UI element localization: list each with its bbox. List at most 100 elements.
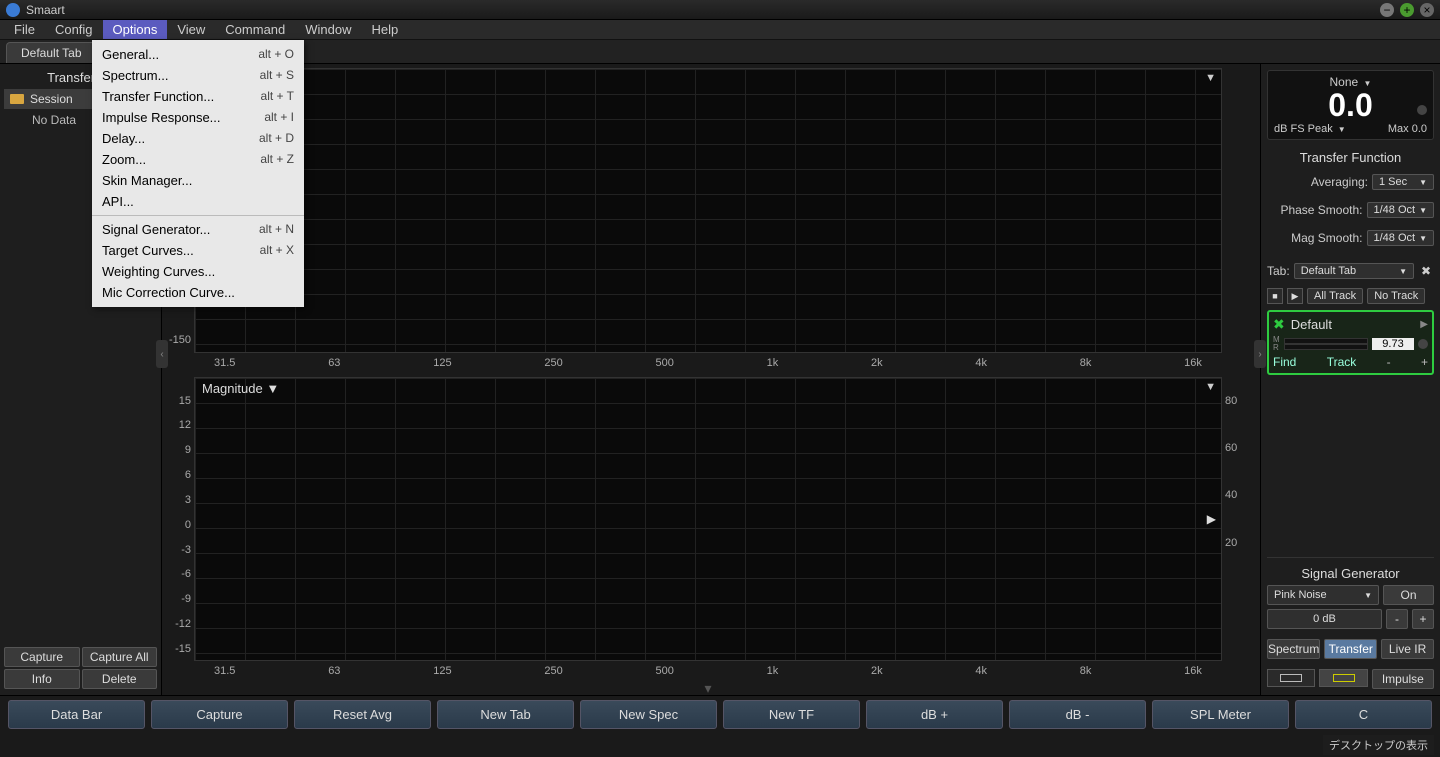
menu-window[interactable]: Window [295, 20, 361, 39]
mode-live-ir[interactable]: Live IR [1381, 639, 1434, 659]
phase-plot[interactable]: ▼ [194, 68, 1222, 353]
track-name: Default [1291, 317, 1415, 332]
bb-new-tf[interactable]: New TF [723, 700, 860, 729]
options-menu-item[interactable]: Target Curves...alt + X [92, 240, 304, 261]
layout-single-icon[interactable] [1267, 669, 1315, 687]
bb-extra[interactable]: C [1295, 700, 1432, 729]
plot-resize-notch[interactable]: ▾ [162, 685, 1254, 695]
phase-smooth-select[interactable]: 1/48 Oct▼ [1367, 202, 1435, 218]
magnitude-plot-yaxis: 1512 96 30 -3-6 -9-12 -15 [162, 377, 194, 662]
plot-area: ‹ › -90 -120 -150 ▼ 31.563 125250 5001k … [162, 64, 1260, 695]
options-menu-item[interactable]: General...alt + O [92, 44, 304, 65]
titlebar: Smaart − + × [0, 0, 1440, 20]
tf-section-title: Transfer Function [1267, 150, 1434, 165]
capture-button[interactable]: Capture [4, 647, 80, 667]
capture-all-button[interactable]: Capture All [82, 647, 158, 667]
mode-transfer[interactable]: Transfer [1324, 639, 1377, 659]
magnitude-plot-yaxis-right: 80 60 40 20 [1222, 377, 1254, 662]
impulse-button[interactable]: Impulse [1372, 669, 1434, 689]
delay-value-input[interactable] [1372, 338, 1414, 350]
left-splitter-handle[interactable]: ‹ [156, 340, 168, 368]
tab-settings-icon[interactable]: ✖ [1418, 263, 1434, 279]
options-menu-item[interactable]: Delay...alt + D [92, 128, 304, 149]
phase-plot-xaxis: 31.563 125250 5001k 2k4k 8k16k [162, 355, 1254, 375]
delay-plus-button[interactable]: + [1421, 355, 1428, 369]
options-menu-item[interactable]: Transfer Function...alt + T [92, 86, 304, 107]
workspace-tab[interactable]: Default Tab [6, 42, 97, 63]
options-menu-item[interactable]: Impulse Response...alt + I [92, 107, 304, 128]
magnitude-plot-collapse-icon[interactable]: ▼ [1205, 381, 1216, 393]
ref-level-label: R [1273, 344, 1280, 352]
tab-select-label: Tab: [1267, 264, 1290, 278]
track-close-icon[interactable]: ✖ [1273, 316, 1285, 333]
ref-level-bar [1284, 344, 1368, 350]
bb-reset-avg[interactable]: Reset Avg [294, 700, 431, 729]
averaging-label: Averaging: [1267, 175, 1368, 189]
bb-spl-meter[interactable]: SPL Meter [1152, 700, 1289, 729]
options-dropdown: General...alt + OSpectrum...alt + STrans… [92, 40, 304, 307]
menu-view[interactable]: View [167, 20, 215, 39]
bb-new-spec[interactable]: New Spec [580, 700, 717, 729]
level-meter[interactable]: None ▼ 0.0 dB FS Peak ▼ Max 0.0 [1267, 70, 1434, 140]
bottom-toolbar: Data Bar Capture Reset Avg New Tab New S… [0, 695, 1440, 733]
siggen-level[interactable]: 0 dB [1267, 609, 1382, 629]
app-logo-icon [6, 3, 20, 17]
meter-clip-indicator-icon [1417, 105, 1427, 115]
track-play-icon[interactable]: ▶ [1420, 319, 1428, 330]
siggen-noise-select[interactable]: Pink Noise▼ [1267, 585, 1379, 605]
track-delay-button[interactable]: Track [1327, 355, 1357, 369]
stop-all-button[interactable]: ■ [1267, 288, 1283, 304]
find-button[interactable]: Find [1273, 355, 1296, 369]
play-all-button[interactable]: ▶ [1287, 288, 1303, 304]
layout-split-icon[interactable] [1319, 669, 1367, 687]
options-menu-item[interactable]: Spectrum...alt + S [92, 65, 304, 86]
options-menu-item[interactable]: Skin Manager... [92, 170, 304, 191]
options-menu-item[interactable]: API... [92, 191, 304, 212]
options-menu-item[interactable]: Zoom...alt + Z [92, 149, 304, 170]
menu-help[interactable]: Help [362, 20, 409, 39]
delay-minus-button[interactable]: - [1387, 355, 1391, 369]
phase-plot-collapse-icon[interactable]: ▼ [1205, 72, 1216, 84]
window-maximize-icon[interactable]: + [1400, 3, 1414, 17]
magnitude-plot[interactable]: Magnitude ▼ ▼ ▶ [194, 377, 1222, 662]
siggen-title: Signal Generator [1267, 566, 1434, 581]
magnitude-plot-header[interactable]: Magnitude ▼ [202, 381, 279, 396]
meter-value: 0.0 [1274, 89, 1427, 121]
mode-spectrum[interactable]: Spectrum [1267, 639, 1320, 659]
meter-unit[interactable]: dB FS Peak [1274, 123, 1333, 135]
options-menu-item[interactable]: Mic Correction Curve... [92, 282, 304, 303]
right-panel: None ▼ 0.0 dB FS Peak ▼ Max 0.0 Transfer… [1260, 64, 1440, 695]
all-track-button[interactable]: All Track [1307, 288, 1363, 304]
delete-button[interactable]: Delete [82, 669, 158, 689]
menubar: File Config Options View Command Window … [0, 20, 1440, 40]
phase-plot-yaxis-right [1222, 68, 1254, 353]
info-button[interactable]: Info [4, 669, 80, 689]
bb-new-tab[interactable]: New Tab [437, 700, 574, 729]
phase-smooth-label: Phase Smooth: [1267, 203, 1363, 217]
tab-select[interactable]: Default Tab▼ [1294, 263, 1414, 279]
window-minimize-icon[interactable]: − [1380, 3, 1394, 17]
options-menu-item[interactable]: Signal Generator...alt + N [92, 219, 304, 240]
menu-file[interactable]: File [4, 20, 45, 39]
bb-data-bar[interactable]: Data Bar [8, 700, 145, 729]
right-splitter-handle[interactable]: › [1254, 340, 1266, 368]
menu-options[interactable]: Options [103, 20, 168, 39]
session-label: Session [30, 92, 73, 106]
window-close-icon[interactable]: × [1420, 3, 1434, 17]
track-card[interactable]: ✖ Default ▶ M R Find Track - [1267, 310, 1434, 375]
menu-config[interactable]: Config [45, 20, 103, 39]
magnitude-play-icon[interactable]: ▶ [1207, 512, 1216, 526]
siggen-level-minus[interactable]: - [1386, 609, 1408, 629]
bb-capture[interactable]: Capture [151, 700, 288, 729]
no-track-button[interactable]: No Track [1367, 288, 1425, 304]
bb-db-minus[interactable]: dB - [1009, 700, 1146, 729]
menu-command[interactable]: Command [215, 20, 295, 39]
siggen-level-plus[interactable]: + [1412, 609, 1434, 629]
averaging-select[interactable]: 1 Sec▼ [1372, 174, 1434, 190]
options-menu-item[interactable]: Weighting Curves... [92, 261, 304, 282]
desktop-show-label[interactable]: デスクトップの表示 [1323, 735, 1434, 755]
mag-smooth-label: Mag Smooth: [1267, 231, 1363, 245]
siggen-on-button[interactable]: On [1383, 585, 1434, 605]
mag-smooth-select[interactable]: 1/48 Oct▼ [1367, 230, 1435, 246]
bb-db-plus[interactable]: dB + [866, 700, 1003, 729]
